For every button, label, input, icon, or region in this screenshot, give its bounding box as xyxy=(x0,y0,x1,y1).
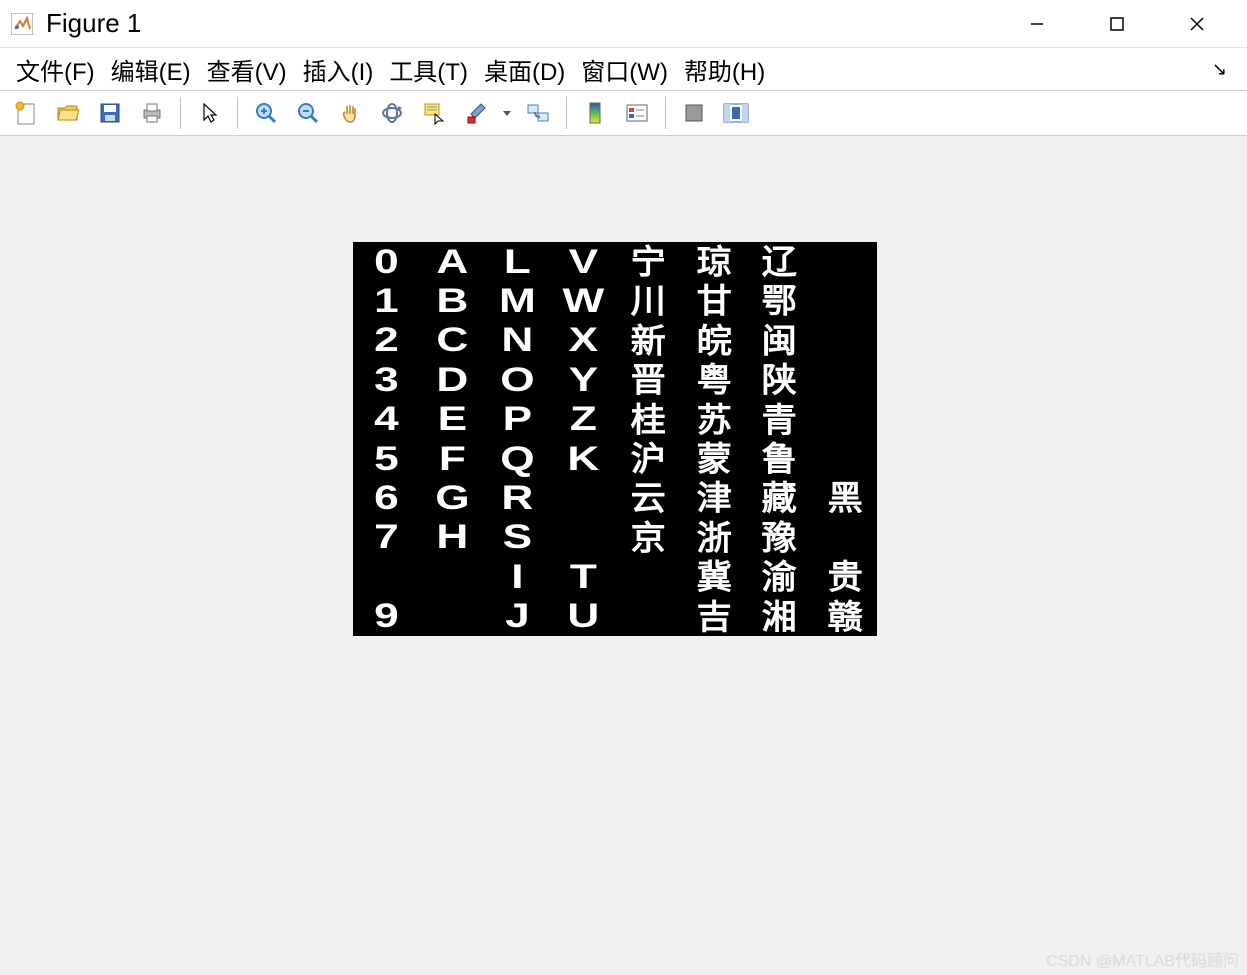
brush-button[interactable] xyxy=(456,94,496,132)
window-title: Figure 1 xyxy=(46,8,1017,39)
glyph-cell: 藏 xyxy=(743,477,815,518)
glyph-cell xyxy=(802,518,887,557)
glyph-cell: 晋 xyxy=(612,359,684,400)
rotate-button[interactable] xyxy=(372,94,412,132)
menu-window[interactable]: 窗口(W) xyxy=(577,50,672,89)
glyph-cell: 沪 xyxy=(612,438,684,479)
legend-button[interactable] xyxy=(617,94,657,132)
figure-canvas[interactable]: 0ALV宁琼辽1BMW川甘鄂2CNX新皖闽3DOY晋粤陕4EPZ桂苏青5FQK沪… xyxy=(0,136,1247,975)
new-figure-button[interactable] xyxy=(6,94,46,132)
glyph-cell: 粤 xyxy=(677,359,749,400)
window-controls xyxy=(1017,4,1237,44)
glyph-cell xyxy=(802,439,887,478)
menu-file[interactable]: 文件(F) xyxy=(12,50,99,89)
glyph-cell: 皖 xyxy=(677,320,749,361)
glyph-cell: 桂 xyxy=(612,399,684,440)
glyph-cell: 津 xyxy=(677,477,749,518)
pan-button[interactable] xyxy=(330,94,370,132)
menu-edit[interactable]: 编辑(E) xyxy=(107,50,195,89)
minimize-button[interactable] xyxy=(1017,4,1057,44)
glyph-cell: 渝 xyxy=(743,556,815,597)
print-button[interactable] xyxy=(132,94,172,132)
glyph-cell xyxy=(802,321,887,360)
figure-image: 0ALV宁琼辽1BMW川甘鄂2CNX新皖闽3DOY晋粤陕4EPZ桂苏青5FQK沪… xyxy=(353,242,877,636)
menu-insert[interactable]: 插入(I) xyxy=(299,50,378,89)
glyph-cell: 贵 xyxy=(808,556,880,597)
data-cursor-button[interactable] xyxy=(414,94,454,132)
glyph-cell: 黑 xyxy=(808,477,880,518)
dock-arrow-icon[interactable]: ↘ xyxy=(1212,59,1235,80)
glyph-cell: 宁 xyxy=(612,241,684,282)
hide-plot-tools-button[interactable] xyxy=(674,94,714,132)
glyph-cell xyxy=(802,242,887,281)
glyph-cell: 苏 xyxy=(677,399,749,440)
glyph-cell: 蒙 xyxy=(677,438,749,479)
zoom-out-button[interactable] xyxy=(288,94,328,132)
toolbar-separator xyxy=(180,97,181,129)
glyph-cell: 琼 xyxy=(677,241,749,282)
menu-tools[interactable]: 工具(T) xyxy=(385,50,472,89)
glyph-cell: 新 xyxy=(612,320,684,361)
toolbar-separator xyxy=(237,97,238,129)
titlebar: Figure 1 xyxy=(0,0,1247,48)
menu-help[interactable]: 帮助(H) xyxy=(680,50,769,89)
menu-view[interactable]: 查看(V) xyxy=(203,50,291,89)
watermark: CSDN @MATLAB代码顾问 xyxy=(1046,947,1239,971)
glyph-cell: 甘 xyxy=(677,280,749,321)
matlab-icon xyxy=(10,12,34,36)
link-button[interactable] xyxy=(518,94,558,132)
glyph-cell: 赣 xyxy=(808,596,880,637)
glyph-cell: 京 xyxy=(612,517,684,558)
glyph-cell: 云 xyxy=(612,477,684,518)
close-button[interactable] xyxy=(1177,4,1217,44)
glyph-cell xyxy=(802,400,887,439)
show-plot-tools-button[interactable] xyxy=(716,94,756,132)
glyph-cell: 吉 xyxy=(677,596,749,637)
menu-desktop[interactable]: 桌面(D) xyxy=(480,50,569,89)
glyph-cell xyxy=(802,360,887,399)
glyph-cell: 湘 xyxy=(743,596,815,637)
toolbar-separator xyxy=(566,97,567,129)
open-button[interactable] xyxy=(48,94,88,132)
zoom-in-button[interactable] xyxy=(246,94,286,132)
toolbar xyxy=(0,90,1247,136)
maximize-button[interactable] xyxy=(1097,4,1137,44)
pointer-button[interactable] xyxy=(189,94,229,132)
glyph-cell: 川 xyxy=(612,280,684,321)
toolbar-separator xyxy=(665,97,666,129)
save-button[interactable] xyxy=(90,94,130,132)
glyph-cell: 浙 xyxy=(677,517,749,558)
brush-dropdown-button[interactable] xyxy=(498,94,516,132)
colorbar-button[interactable] xyxy=(575,94,615,132)
glyph-cell xyxy=(802,281,887,320)
glyph-cell: 冀 xyxy=(677,556,749,597)
menubar: 文件(F) 编辑(E) 查看(V) 插入(I) 工具(T) 桌面(D) 窗口(W… xyxy=(0,48,1247,90)
